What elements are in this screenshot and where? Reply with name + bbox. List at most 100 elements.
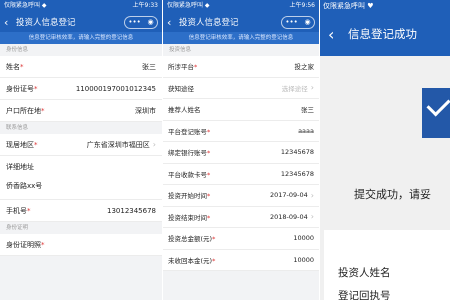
page-title: 投资人信息登记 <box>179 18 239 28</box>
form-row[interactable]: 平台登记账号* aaaa <box>163 120 319 142</box>
required-mark: * <box>207 127 211 136</box>
chevron-right-icon: › <box>310 83 314 93</box>
page-title: 投资人信息登记 <box>16 18 76 28</box>
status-time: 上午9:56 <box>289 2 315 9</box>
required-mark: * <box>34 140 38 149</box>
field-value[interactable]: 选择途径 <box>282 83 308 93</box>
field-value[interactable]: 12345678 <box>281 170 314 178</box>
form-row[interactable]: 投资总金额(元)* 10000 <box>163 228 319 250</box>
status-carrier: 仅限紧急呼叫 ◆ <box>167 2 210 9</box>
field-value[interactable]: 10000 <box>293 256 314 264</box>
nav-bar: ‹ 投资人信息登记 ••• ◉ <box>0 12 162 32</box>
field-label: 详细地址 <box>6 163 34 171</box>
field-label: 获知途径 <box>168 84 194 93</box>
more-icon[interactable]: ••• <box>128 18 140 26</box>
target-icon[interactable]: ◉ <box>305 18 311 26</box>
field-label: 身份证号 <box>6 84 34 93</box>
status-carrier: 仅限紧急呼叫 ♥ <box>320 0 450 12</box>
field-value[interactable]: 10000 <box>293 234 314 242</box>
registration-form-screen-1: 仅限紧急呼叫 ◆ 上午9:33 ‹ 投资人信息登记 ••• ◉ 信息登记审核效率… <box>0 0 162 300</box>
required-mark: * <box>41 106 45 115</box>
required-mark: * <box>34 84 38 93</box>
investment-fields: 所涉平台* 投之家 获知途径 选择途径 › 推荐人姓名 张三 平台登记账号* aaaa 绑定银行账… <box>163 56 319 271</box>
notice-banner: 信息登记审核效率，请输入完整的登记信息 <box>163 32 319 44</box>
target-icon[interactable]: ◉ <box>148 18 154 26</box>
field-value[interactable]: 2017-09-04 <box>270 191 308 199</box>
required-mark: * <box>207 149 211 158</box>
success-hero <box>320 56 450 166</box>
field-value[interactable]: 110000197001012345 <box>76 85 156 93</box>
back-arrow-icon[interactable]: ‹ <box>328 25 344 44</box>
form-row-detail-address[interactable]: 详细地址 侨香路xx号 <box>0 156 162 200</box>
required-mark: * <box>41 240 45 249</box>
field-label: 绑定银行账号 <box>168 149 207 158</box>
field-label: 投资开始时间 <box>168 192 207 201</box>
form-row-address[interactable]: 现居地区* 广东省深圳市福田区 › <box>0 134 162 156</box>
form-row[interactable]: 平台收款卡号* 12345678 <box>163 163 319 185</box>
form-row-id-number[interactable]: 身份证号* 110000197001012345 <box>0 78 162 100</box>
form-row-name[interactable]: 姓名* 张三 <box>0 56 162 78</box>
more-icon[interactable]: ••• <box>285 18 297 26</box>
required-mark: * <box>207 170 211 179</box>
envelope-check-icon <box>422 88 450 138</box>
required-mark: * <box>212 235 216 244</box>
status-bar: 仅限紧急呼叫 ◆ 上午9:56 <box>163 0 319 12</box>
field-value[interactable]: 2018-09-04 <box>270 213 308 221</box>
nav-bar: ‹ 信息登记成功 <box>320 12 450 56</box>
field-value[interactable]: 张三 <box>301 104 314 114</box>
field-label: 推荐人姓名 <box>168 106 201 115</box>
success-message: 提交成功，请妥 <box>354 188 431 201</box>
field-value[interactable]: 12345678 <box>281 148 314 156</box>
form-row[interactable]: 所涉平台* 投之家 <box>163 56 319 78</box>
back-arrow-icon[interactable]: ‹ <box>4 16 13 29</box>
form-row[interactable]: 未收回本金(元)* 10000 <box>163 249 319 271</box>
nav-bar: ‹ 投资人信息登记 ••• ◉ <box>163 12 319 32</box>
field-value[interactable]: 13012345678 <box>107 207 156 215</box>
field-value[interactable]: 张三 <box>142 62 156 72</box>
back-arrow-icon[interactable]: ‹ <box>167 16 176 29</box>
section-header-id-proof: 身份证明 <box>0 222 162 234</box>
required-mark: * <box>212 256 216 265</box>
investor-name-label: 投资人姓名 <box>338 267 391 279</box>
field-label: 平台收款卡号 <box>168 170 207 179</box>
receipt-card: 投资人姓名 登记回执号 <box>324 230 450 300</box>
field-label: 未收回本金(元) <box>168 256 213 265</box>
form-row-phone[interactable]: 手机号* 13012345678 <box>0 200 162 222</box>
page-title: 信息登记成功 <box>348 27 417 41</box>
form-row[interactable]: 投资结束时间* 2018-09-04 › <box>163 206 319 228</box>
detail-address-input[interactable]: 侨香路xx号 <box>6 181 156 191</box>
field-label: 现居地区 <box>6 140 34 149</box>
receipt-number-label: 登记回执号 <box>338 290 391 300</box>
form-row-hukou[interactable]: 户口所在地* 深圳市 <box>0 100 162 122</box>
field-label: 所涉平台 <box>168 63 194 72</box>
form-row[interactable]: 投资开始时间* 2017-09-04 › <box>163 185 319 207</box>
status-bar: 仅限紧急呼叫 ◆ 上午9:33 <box>0 0 162 12</box>
field-label: 投资总金额(元) <box>168 235 213 244</box>
chevron-right-icon: › <box>310 190 314 200</box>
form-row[interactable]: 绑定银行账号* 12345678 <box>163 142 319 164</box>
chevron-right-icon: › <box>152 140 156 149</box>
mini-program-capsule[interactable]: ••• ◉ <box>281 15 315 29</box>
field-label: 手机号 <box>6 206 27 215</box>
field-value[interactable]: 投之家 <box>295 61 315 71</box>
form-row[interactable]: 推荐人姓名 张三 <box>163 99 319 121</box>
section-header-contact: 联系信息 <box>0 122 162 134</box>
status-time: 上午9:33 <box>132 2 158 9</box>
field-value[interactable]: 广东省深圳市福田区 <box>87 140 150 150</box>
field-value[interactable]: aaaa <box>298 127 314 135</box>
mini-program-capsule[interactable]: ••• ◉ <box>124 15 158 29</box>
field-label: 身份证明照 <box>6 240 41 249</box>
required-mark: * <box>207 213 211 222</box>
required-mark: * <box>20 62 24 71</box>
required-mark: * <box>207 192 211 201</box>
form-row-id-photo[interactable]: 身份证明照* <box>0 234 162 256</box>
field-label: 户口所在地 <box>6 106 41 115</box>
section-header-investment: 投资信息 <box>163 44 319 56</box>
required-mark: * <box>27 206 31 215</box>
field-value[interactable]: 深圳市 <box>135 106 156 116</box>
status-carrier: 仅限紧急呼叫 ◆ <box>4 2 47 9</box>
chevron-right-icon: › <box>310 212 314 222</box>
form-row[interactable]: 获知途径 选择途径 › <box>163 77 319 99</box>
field-label: 投资结束时间 <box>168 213 207 222</box>
registration-form-screen-2: 仅限紧急呼叫 ◆ 上午9:56 ‹ 投资人信息登记 ••• ◉ 信息登记审核效率… <box>163 0 319 300</box>
